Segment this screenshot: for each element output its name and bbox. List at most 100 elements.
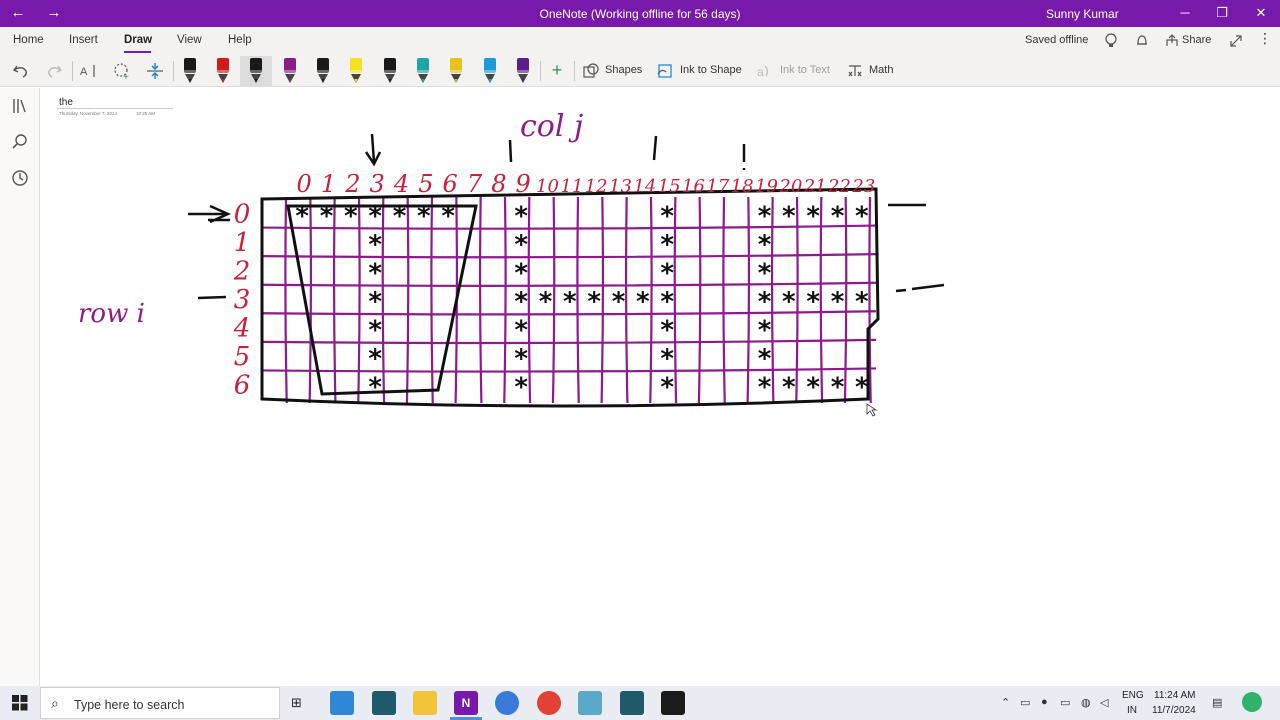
tray-volume-icon[interactable]: ◁ bbox=[1100, 696, 1108, 709]
tray-meeting-icon[interactable]: ▭ bbox=[1020, 696, 1030, 709]
grid-column-line bbox=[868, 196, 872, 404]
saved-status: Saved offline bbox=[1025, 34, 1089, 46]
notepad-icon[interactable] bbox=[578, 691, 602, 715]
star-mark: * bbox=[660, 316, 674, 346]
row-index-labels: 0123456 bbox=[233, 199, 251, 400]
terminal-app-icon-2[interactable] bbox=[620, 691, 644, 715]
star-mark: * bbox=[563, 287, 577, 317]
column-number: 5 bbox=[418, 170, 433, 198]
shapes-icon[interactable] bbox=[582, 62, 600, 80]
star-mark: * bbox=[782, 373, 796, 403]
star-mark: * bbox=[782, 201, 796, 231]
pen-7[interactable] bbox=[381, 57, 399, 83]
expand-icon[interactable] bbox=[1228, 33, 1244, 49]
clock-time[interactable]: 11:24 AM bbox=[1154, 690, 1196, 701]
ink-to-shape-icon[interactable] bbox=[656, 62, 674, 80]
column-number: 22 bbox=[827, 176, 851, 197]
pen-11[interactable] bbox=[514, 57, 532, 83]
terminal-app-icon[interactable] bbox=[372, 691, 396, 715]
tick-col-9 bbox=[508, 139, 513, 163]
pen-3[interactable] bbox=[247, 57, 265, 83]
tray-network-icon[interactable]: ◍ bbox=[1081, 696, 1091, 709]
share-button[interactable]: Share bbox=[1182, 34, 1211, 46]
search-icon[interactable] bbox=[10, 132, 30, 152]
type-select-icon[interactable]: A bbox=[80, 62, 100, 80]
taskbar-search-box[interactable]: ⌕ Type here to search bbox=[40, 687, 280, 719]
grid-row-line bbox=[261, 281, 877, 287]
tab-insert[interactable]: Insert bbox=[69, 34, 98, 46]
pen-10[interactable] bbox=[481, 57, 499, 83]
windows-start-icon[interactable] bbox=[12, 695, 28, 711]
star-mark: * bbox=[393, 201, 407, 231]
tab-draw[interactable]: Draw bbox=[124, 34, 152, 46]
shapes-button[interactable]: Shapes bbox=[605, 64, 642, 76]
column-number: 10 bbox=[536, 176, 559, 197]
command-prompt-icon[interactable] bbox=[661, 691, 685, 715]
grid-row-line bbox=[261, 253, 877, 259]
star-mark: * bbox=[758, 373, 772, 403]
star-marks: * * * * * * *************** * * * ****************… bbox=[295, 201, 869, 402]
tray-mic-icon[interactable]: ● bbox=[1041, 696, 1048, 708]
pen-1[interactable] bbox=[181, 57, 199, 83]
recent-history-icon[interactable] bbox=[10, 168, 30, 188]
row-number: 6 bbox=[234, 371, 251, 401]
chrome-icon[interactable] bbox=[537, 691, 561, 715]
bell-icon[interactable] bbox=[1135, 33, 1149, 49]
tab-help[interactable]: Help bbox=[228, 34, 252, 46]
app-store-icon[interactable] bbox=[495, 691, 519, 715]
task-view-icon[interactable]: ⊞ bbox=[291, 695, 302, 711]
tab-home[interactable]: Home bbox=[13, 34, 44, 46]
ink-to-shape-button[interactable]: Ink to Shape bbox=[680, 64, 742, 76]
tab-view[interactable]: View bbox=[177, 34, 202, 46]
star-mark: * bbox=[660, 287, 674, 317]
star-mark: * bbox=[441, 201, 455, 231]
undo-icon[interactable] bbox=[12, 62, 30, 80]
tray-expand-icon[interactable]: ⌃ bbox=[1001, 696, 1010, 709]
add-space-icon[interactable] bbox=[145, 61, 165, 81]
star-mark: * bbox=[782, 287, 796, 317]
pen-2[interactable] bbox=[214, 57, 232, 83]
redo-icon bbox=[48, 65, 63, 78]
pen-8[interactable] bbox=[414, 57, 432, 83]
language-top[interactable]: ENG bbox=[1122, 690, 1144, 701]
language-bottom[interactable]: IN bbox=[1127, 705, 1137, 716]
search-placeholder: Type here to search bbox=[74, 698, 185, 712]
math-button[interactable]: Math bbox=[869, 64, 893, 76]
column-number: 8 bbox=[491, 170, 506, 198]
maximize-icon[interactable]: ❐ bbox=[1205, 3, 1239, 23]
notebooks-icon[interactable] bbox=[10, 96, 30, 116]
star-mark: * bbox=[514, 373, 528, 403]
notifications-icon[interactable]: ▤ bbox=[1212, 696, 1222, 709]
toolbar-separator bbox=[173, 61, 174, 81]
math-icon[interactable] bbox=[846, 62, 864, 80]
user-name[interactable]: Sunny Kumar bbox=[1046, 7, 1119, 21]
right-arrow-row-0 bbox=[188, 204, 232, 224]
clock-date[interactable]: 11/7/2024 bbox=[1152, 705, 1196, 716]
star-mark: * bbox=[514, 316, 528, 346]
minimize-icon[interactable]: ─ bbox=[1168, 3, 1202, 23]
column-number: 20 bbox=[778, 176, 802, 197]
ink-canvas[interactable]: 0 1 2 3 4 5 6 7 8 9 10 11 12 13 14 15 16 17 18 19 20 21 22 23 0… bbox=[40, 88, 1280, 686]
star-mark: * bbox=[855, 373, 869, 403]
pen-9[interactable] bbox=[447, 57, 465, 83]
close-icon[interactable]: ✕ bbox=[1244, 3, 1278, 23]
vscode-icon[interactable] bbox=[330, 691, 354, 715]
column-number: 2 bbox=[344, 170, 360, 198]
onenote-icon[interactable]: N bbox=[454, 691, 478, 715]
add-pen-icon[interactable]: + bbox=[546, 60, 568, 80]
pen-5[interactable] bbox=[314, 57, 332, 83]
star-mark: * bbox=[368, 373, 382, 403]
draw-toolbar: A + + Shapes Ink to Shape a Ink to Text … bbox=[0, 55, 1280, 87]
svg-text:a: a bbox=[757, 65, 764, 79]
dash-right-row-3 bbox=[895, 283, 945, 293]
copilot-icon[interactable] bbox=[1242, 692, 1262, 712]
pen-6[interactable] bbox=[347, 57, 365, 83]
ink-to-text-icon: a bbox=[757, 65, 768, 79]
lasso-select-icon[interactable]: + bbox=[112, 61, 132, 81]
lightbulb-icon[interactable] bbox=[1104, 33, 1118, 49]
share-icon[interactable] bbox=[1164, 33, 1180, 49]
more-options-icon[interactable]: ⋮ bbox=[1258, 30, 1272, 47]
pen-4[interactable] bbox=[281, 57, 299, 83]
tray-battery-icon[interactable]: ▭ bbox=[1060, 696, 1070, 709]
file-explorer-icon[interactable] bbox=[413, 691, 437, 715]
